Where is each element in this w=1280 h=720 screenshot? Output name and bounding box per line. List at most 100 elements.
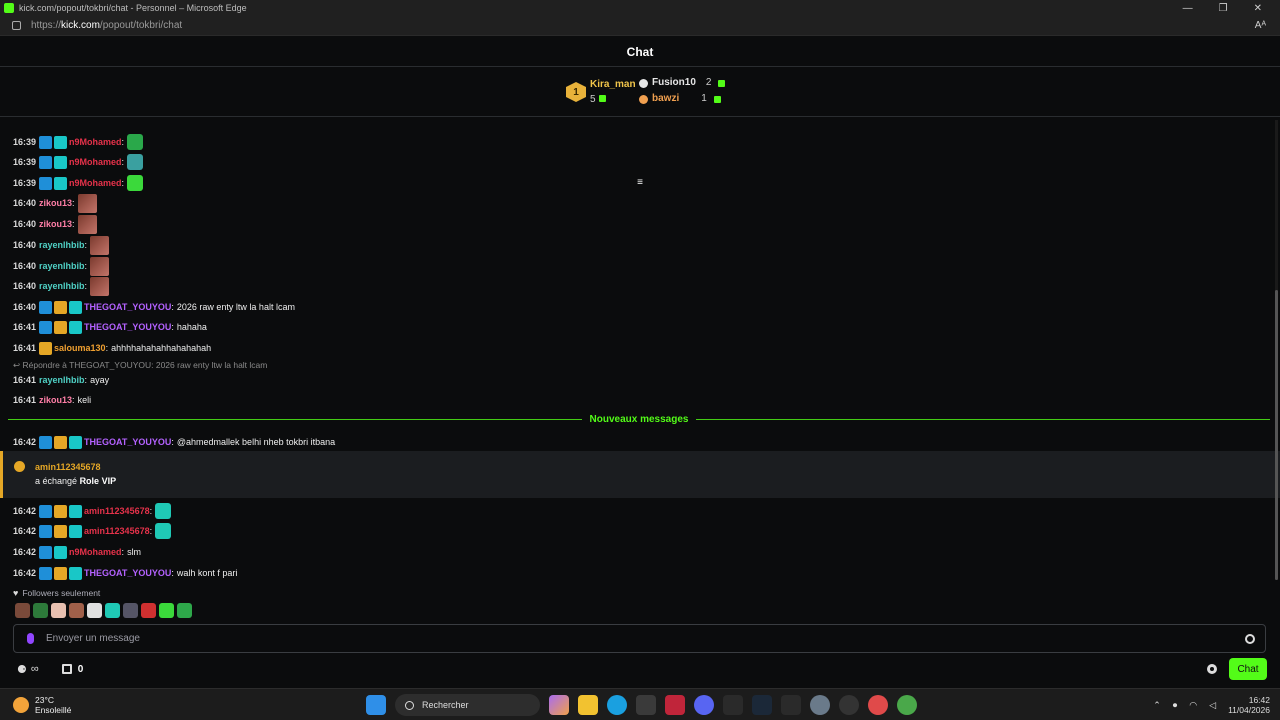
- discord-icon[interactable]: [694, 695, 714, 715]
- message-username[interactable]: n9Mohamed: [69, 137, 122, 147]
- emote-icon[interactable]: [155, 523, 172, 539]
- chat-message[interactable]: 16:40 zikou13:: [13, 214, 97, 234]
- quick-emote-icon[interactable]: [51, 603, 66, 618]
- chat-message[interactable]: 16:42 n9Mohamed: slm: [13, 544, 141, 560]
- message-username[interactable]: rayenlhbib: [39, 375, 85, 385]
- leaderboard-first[interactable]: 1 Kira_man 5: [566, 77, 636, 107]
- copilot-icon[interactable]: [549, 695, 569, 715]
- chat-message[interactable]: 16:40 rayenlhbib:: [13, 256, 110, 276]
- message-username[interactable]: rayenlhbib: [39, 281, 85, 291]
- emote-icon[interactable]: [90, 256, 110, 276]
- message-input[interactable]: [46, 633, 1245, 644]
- mic-icon[interactable]: [27, 633, 34, 644]
- message-username[interactable]: rayenlhbib: [39, 261, 85, 271]
- chat-message[interactable]: 16:40 rayenlhbib:: [13, 276, 110, 296]
- windows-start-icon[interactable]: [366, 695, 386, 715]
- message-username[interactable]: rayenlhbib: [39, 240, 85, 250]
- taskbar-search-label: Rechercher: [422, 700, 469, 710]
- app-g-icon[interactable]: [781, 695, 801, 715]
- read-aloud-icon[interactable]: Aᴬ: [1255, 20, 1266, 31]
- chat-message[interactable]: 16:42 amin112345678:: [13, 523, 172, 539]
- leaderboard-entry[interactable]: Fusion10 2: [639, 75, 726, 91]
- quick-emote-icon[interactable]: [159, 603, 174, 618]
- message-username[interactable]: amin112345678: [84, 506, 150, 516]
- lock-icon[interactable]: [12, 21, 21, 30]
- chat-message[interactable]: 16:40 zikou13:: [13, 193, 97, 213]
- scrollbar-thumb[interactable]: [1275, 290, 1278, 580]
- message-username[interactable]: amin112345678: [84, 526, 150, 536]
- message-text: keli: [77, 395, 92, 405]
- message-username[interactable]: n9Mohamed: [69, 547, 122, 557]
- emote-icon[interactable]: [127, 154, 144, 170]
- emote-icon[interactable]: [90, 235, 110, 255]
- emote-icon[interactable]: [77, 193, 97, 213]
- quick-emote-icon[interactable]: [105, 603, 120, 618]
- channel-points[interactable]: ⚈ ∞: [17, 663, 39, 676]
- message-username[interactable]: zikou13: [39, 219, 72, 229]
- message-username[interactable]: THEGOAT_YOUYOU: [84, 322, 171, 332]
- chat-message[interactable]: 16:41 salouma130: ahhhhahahahhahahahah: [13, 340, 211, 356]
- app-circle-icon[interactable]: [839, 695, 859, 715]
- message-username[interactable]: n9Mohamed: [69, 178, 122, 188]
- edge-icon[interactable]: [607, 695, 627, 715]
- file-explorer-icon[interactable]: [578, 695, 598, 715]
- chat-message[interactable]: 16:41 THEGOAT_YOUYOU: hahaha: [13, 319, 207, 335]
- chat-message[interactable]: 16:42 amin112345678:: [13, 503, 172, 519]
- quick-emote-icon[interactable]: [177, 603, 192, 618]
- app-red-icon[interactable]: [665, 695, 685, 715]
- message-username[interactable]: zikou13: [39, 395, 72, 405]
- restore-icon[interactable]: ❐: [1219, 3, 1228, 14]
- quick-emote-icon[interactable]: [33, 603, 48, 618]
- clock[interactable]: 16:42 11/04/2026: [1228, 695, 1270, 715]
- message-username[interactable]: THEGOAT_YOUYOU: [84, 302, 171, 312]
- message-username[interactable]: THEGOAT_YOUYOU: [84, 437, 171, 447]
- wifi-icon[interactable]: ◠: [1189, 700, 1197, 711]
- chat-scrollbar[interactable]: [1275, 120, 1278, 580]
- minimize-icon[interactable]: —: [1183, 3, 1193, 14]
- chat-message[interactable]: 16:41 zikou13: keli: [13, 392, 91, 408]
- message-username[interactable]: n9Mohamed: [69, 157, 122, 167]
- chrome-icon[interactable]: [897, 695, 917, 715]
- address-bar[interactable]: https://kick.com/popout/tokbri/chat Aᴬ: [0, 16, 1280, 36]
- settings-app-icon[interactable]: [810, 695, 830, 715]
- chevron-up-icon[interactable]: ⌃: [1153, 700, 1161, 711]
- chat-message[interactable]: 16:42 THEGOAT_YOUYOU: @ahmedmallek belhi n…: [13, 434, 335, 450]
- chat-message[interactable]: 16:39 n9Mohamed:: [13, 134, 144, 150]
- reward-username[interactable]: amin112345678: [35, 462, 101, 472]
- quick-emote-icon[interactable]: [123, 603, 138, 618]
- chat-message[interactable]: 16:39 n9Mohamed:: [13, 154, 144, 170]
- chat-message[interactable]: 16:40 THEGOAT_YOUYOU:2026 raw enty ltw la…: [13, 299, 295, 315]
- chat-message[interactable]: 16:41 rayenlhbib: ayay: [13, 372, 109, 388]
- message-username[interactable]: salouma130: [54, 343, 106, 353]
- emoji-picker-icon[interactable]: [1245, 633, 1255, 644]
- emote-icon[interactable]: [127, 134, 144, 150]
- taskbar-search[interactable]: Rechercher: [395, 694, 540, 716]
- weather-widget[interactable]: 23°C Ensoleillé: [13, 695, 71, 715]
- chat-message[interactable]: 16:42 THEGOAT_YOUYOU: walh kont f pari: [13, 565, 237, 581]
- chrome-red-icon[interactable]: [868, 695, 888, 715]
- message-username[interactable]: zikou13: [39, 198, 72, 208]
- message-input-box[interactable]: [13, 624, 1266, 653]
- steam-icon[interactable]: [752, 695, 772, 715]
- chat-message[interactable]: 16:40 rayenlhbib:: [13, 235, 110, 255]
- volume-icon[interactable]: ◁: [1209, 700, 1216, 711]
- emote-icon[interactable]: [155, 503, 172, 519]
- emote-icon[interactable]: [127, 175, 144, 191]
- quick-emote-icon[interactable]: [15, 603, 30, 618]
- emote-icon[interactable]: [77, 214, 97, 234]
- quick-emote-icon[interactable]: [87, 603, 102, 618]
- message-username[interactable]: THEGOAT_YOUYOU: [84, 568, 171, 578]
- chat-message[interactable]: 16:39 n9Mohamed:: [13, 175, 144, 191]
- app-dark-icon[interactable]: [723, 695, 743, 715]
- emote-icon[interactable]: [90, 276, 110, 296]
- send-chat-button[interactable]: Chat: [1229, 658, 1267, 680]
- quick-emote-icon[interactable]: [69, 603, 84, 618]
- store-app-icon[interactable]: [636, 695, 656, 715]
- quick-emote-icon[interactable]: [141, 603, 156, 618]
- leaderboard-entry[interactable]: bawzi 1: [639, 91, 725, 107]
- store-button[interactable]: 0: [61, 664, 83, 675]
- close-icon[interactable]: ✕: [1254, 3, 1262, 14]
- heart-icon: ♥: [13, 588, 19, 598]
- settings-gear-icon[interactable]: [1207, 664, 1217, 674]
- mic-tray-icon[interactable]: ⏺: [1173, 700, 1178, 711]
